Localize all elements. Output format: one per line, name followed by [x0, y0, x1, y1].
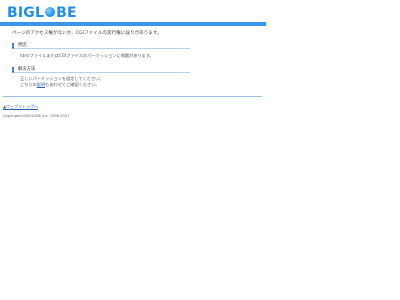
- explanation-link[interactable]: 説明: [37, 82, 45, 87]
- cause-text: htmlファイルまたはCGIファイルのパーミッションに問題があります。: [20, 53, 154, 58]
- logo-text-right: BE: [56, 5, 77, 21]
- header-bar: [0, 22, 266, 26]
- globe-icon: [45, 7, 56, 17]
- logo-text-left: BIGL: [7, 5, 45, 21]
- solution-line-2-after: もあわせてご確認ください。: [45, 82, 100, 87]
- biglobe-logo[interactable]: BIGL BE: [7, 6, 77, 20]
- footer-divider: [3, 96, 262, 97]
- home-link[interactable]: ▲ウェブリトップへ: [3, 104, 38, 110]
- section-heading-cause: 原因: [12, 43, 190, 49]
- solution-line-2-before: こちらの: [20, 82, 37, 87]
- section-heading-solution: 解決方法: [12, 67, 190, 73]
- solution-text: 正しいパーミッションを設定してください。 こちらの説明もあわせてご確認ください。: [20, 76, 104, 88]
- error-page: BIGL BE ページのアクセス権がないか、CGIファイルの実行権に誤りがあります…: [0, 0, 400, 300]
- solution-line-2: こちらの説明もあわせてご確認ください。: [20, 82, 104, 88]
- copyright: Copyright(c)BIGLOBE Inc. 1996-2021: [3, 114, 70, 118]
- error-message: ページのアクセス権がないか、CGIファイルの実行権に誤りがあります。: [12, 31, 162, 36]
